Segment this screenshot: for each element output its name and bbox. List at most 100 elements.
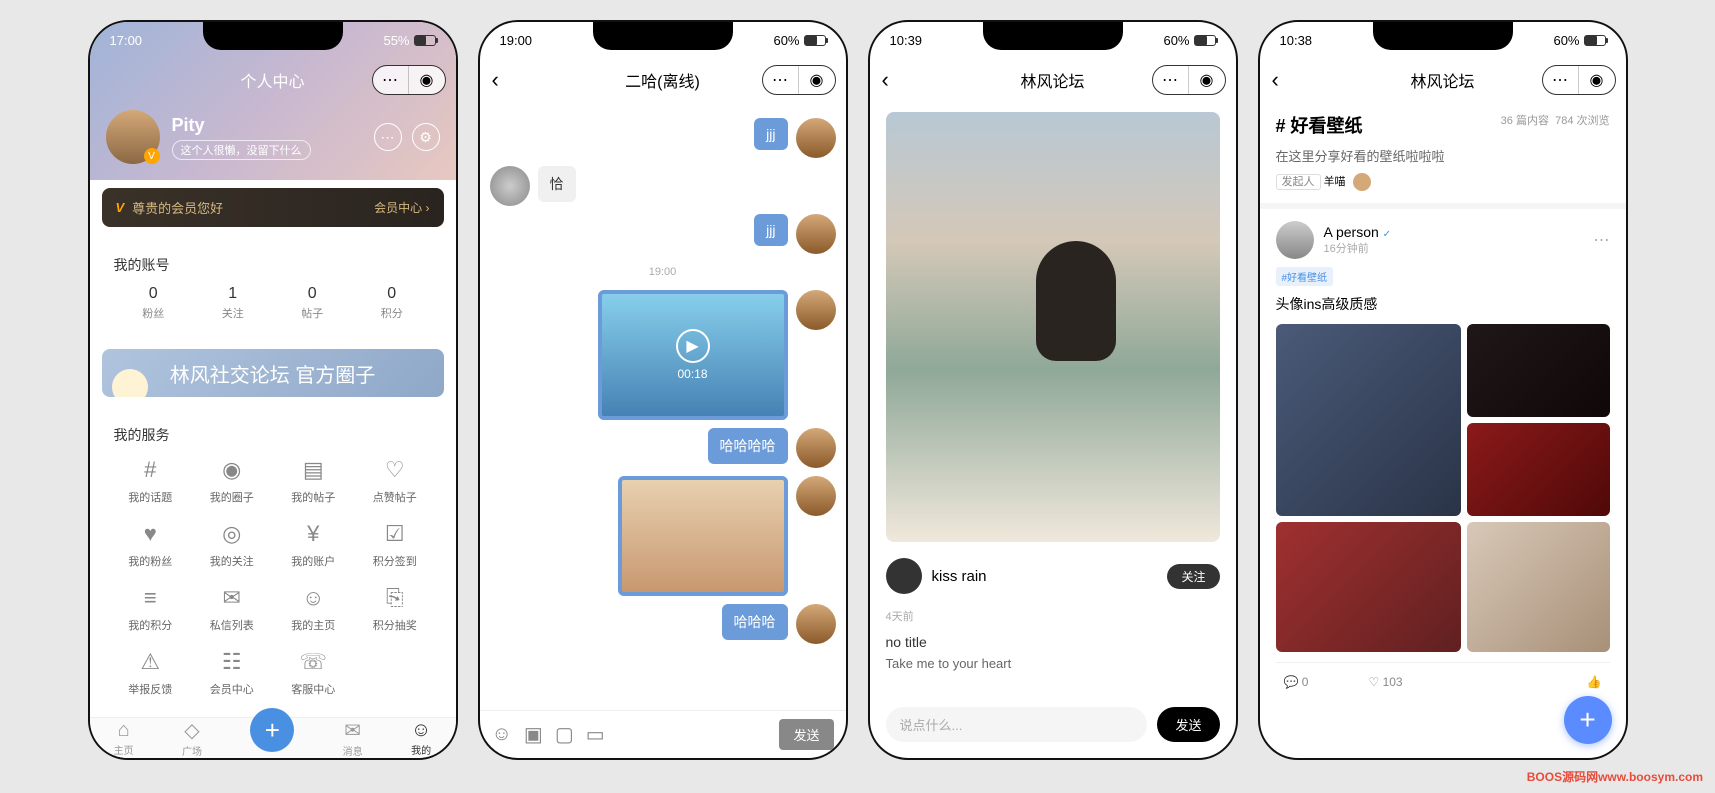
service-item[interactable]: ◉我的圈子 — [195, 457, 269, 505]
back-icon[interactable]: ‹ — [882, 67, 889, 93]
service-item[interactable]: ☷会员中心 — [195, 649, 269, 697]
settings-icon[interactable]: ⚙ — [412, 123, 440, 151]
video-message[interactable]: ▶00:18 — [598, 290, 788, 420]
capsule-menu[interactable]: ⋯◉ — [1152, 65, 1226, 95]
service-item[interactable]: ≡我的积分 — [114, 585, 188, 633]
fab-add[interactable]: + — [1564, 696, 1612, 744]
post-author[interactable]: A person ✓ — [1324, 224, 1392, 240]
service-item[interactable]: ♡点赞帖子 — [358, 457, 432, 505]
message[interactable]: 哈哈哈哈 — [490, 428, 836, 468]
message[interactable]: 哈哈哈 — [490, 604, 836, 644]
image-message[interactable] — [618, 476, 788, 596]
section-title: 我的账号 — [114, 255, 432, 275]
services-section: 我的服务 #我的话题◉我的圈子▤我的帖子♡点赞帖子♥我的粉丝◎我的关注¥我的账户… — [102, 413, 444, 709]
vip-link[interactable]: 会员中心 › — [374, 199, 429, 216]
stat-item[interactable]: 0粉丝 — [142, 285, 164, 321]
send-button[interactable]: 发送 — [779, 719, 833, 750]
avatar[interactable] — [796, 476, 836, 516]
send-button[interactable]: 发送 — [1157, 707, 1219, 742]
watermark: BOOS源码网www.boosym.com — [1527, 768, 1703, 785]
target-icon[interactable]: ◉ — [409, 66, 445, 94]
avatar[interactable] — [796, 428, 836, 468]
post-tag[interactable]: #好看壁纸 — [1276, 267, 1334, 286]
service-item[interactable]: #我的话题 — [114, 457, 188, 505]
follow-button[interactable]: 关注 — [1167, 564, 1219, 589]
message[interactable]: jjj — [490, 118, 836, 158]
more-icon[interactable]: ⋯ — [1594, 230, 1610, 250]
clock: 10:38 — [1280, 33, 1313, 48]
folder-icon[interactable]: ▭ — [586, 722, 605, 747]
image-icon[interactable]: ▣ — [524, 722, 543, 747]
tab-mine[interactable]: ☺我的 — [411, 719, 431, 757]
service-item[interactable]: ✉私信列表 — [195, 585, 269, 633]
fab-add[interactable]: + — [250, 708, 294, 752]
avatar[interactable] — [1276, 221, 1314, 259]
capsule-menu[interactable]: ⋯◉ — [1542, 65, 1616, 95]
notch — [983, 22, 1123, 50]
message[interactable]: jjj — [490, 214, 836, 254]
more-icon[interactable]: ⋯ — [373, 66, 409, 94]
notch — [593, 22, 733, 50]
back-icon[interactable]: ‹ — [1272, 67, 1279, 93]
battery: 60% — [1163, 33, 1215, 48]
avatar[interactable] — [796, 604, 836, 644]
grid-image[interactable] — [1467, 522, 1610, 652]
emoji-icon[interactable]: ☺ — [492, 723, 512, 746]
service-item[interactable]: ☏客服中心 — [277, 649, 351, 697]
avatar[interactable] — [1353, 173, 1371, 191]
message[interactable] — [490, 476, 836, 596]
back-icon[interactable]: ‹ — [492, 67, 499, 93]
stat-item[interactable]: 1关注 — [222, 285, 244, 321]
stat-item[interactable]: 0积分 — [381, 285, 403, 321]
avatar[interactable] — [796, 290, 836, 330]
video-icon[interactable]: ▢ — [555, 722, 574, 747]
service-item[interactable]: ☺我的主页 — [277, 585, 351, 633]
post-title: 头像ins高级质感 — [1276, 294, 1610, 314]
comment-input[interactable]: 说点什么... — [886, 707, 1148, 742]
avatar[interactable] — [796, 214, 836, 254]
service-item[interactable]: ¥我的账户 — [277, 521, 351, 569]
user-row[interactable]: V Pity 这个人很懒，没留下什么 ⋯ ⚙ — [90, 102, 456, 172]
service-item[interactable]: ▤我的帖子 — [277, 457, 351, 505]
topic-body[interactable]: 36 篇内容 784 次浏览 # 好看壁纸 在这里分享好看的壁纸啦啦啦 发起人 … — [1260, 102, 1626, 758]
notch — [1373, 22, 1513, 50]
tab-message[interactable]: ✉消息 — [343, 718, 363, 758]
vip-banner[interactable]: V 尊贵的会员您好 会员中心 › — [102, 188, 444, 227]
grid-image[interactable] — [1276, 324, 1461, 516]
capsule-menu[interactable]: ⋯◉ — [372, 65, 446, 95]
grid-image[interactable] — [1467, 324, 1610, 417]
post-body[interactable]: kiss rain 关注 4天前 no title Take me to you… — [870, 102, 1236, 758]
grid-image[interactable] — [1467, 423, 1610, 516]
service-item[interactable]: ☑积分签到 — [358, 521, 432, 569]
comment-count[interactable]: 💬 0 — [1284, 675, 1309, 689]
input-bar: ☺ ▣ ▢ ▭ 发送 — [480, 710, 846, 758]
grid-image[interactable] — [1276, 522, 1461, 652]
avatar[interactable] — [796, 118, 836, 158]
tab-home[interactable]: ⌂主页 — [114, 719, 134, 757]
service-item[interactable]: ♥我的粉丝 — [114, 521, 188, 569]
forum-banner[interactable]: 林风社交论坛 官方圈子 — [102, 349, 444, 397]
like-count[interactable]: ♡ 103 — [1368, 675, 1402, 689]
service-item[interactable]: ⎘积分抽奖 — [358, 585, 432, 633]
avatar[interactable] — [490, 166, 530, 206]
author-name[interactable]: kiss rain — [932, 568, 987, 585]
message[interactable]: 恰 — [490, 166, 836, 206]
message[interactable]: ▶00:18 — [490, 290, 836, 420]
chat-icon[interactable]: ⋯ — [374, 123, 402, 151]
topic-starter: 发起人 羊喵 — [1276, 173, 1610, 191]
service-item[interactable]: ◎我的关注 — [195, 521, 269, 569]
service-item[interactable]: ⚠举报反馈 — [114, 649, 188, 697]
vip-text: 尊贵的会员您好 — [132, 198, 223, 217]
thumb-icon[interactable]: 👍 — [1587, 675, 1602, 689]
play-icon[interactable]: ▶ — [676, 329, 710, 363]
phone-topic: 10:38 60% ‹ 林风论坛 ⋯◉ 36 篇内容 784 次浏览 # 好看壁… — [1258, 20, 1628, 760]
tab-square[interactable]: ◇广场 — [182, 718, 202, 758]
stat-item[interactable]: 0帖子 — [301, 285, 323, 321]
phone-post-detail: 10:39 60% ‹ 林风论坛 ⋯◉ kiss rain 关注 4天前 no … — [868, 20, 1238, 760]
chat-body[interactable]: jjj 恰 jjj 19:00 ▶00:18 哈哈哈哈 哈哈哈 — [480, 102, 846, 710]
capsule-menu[interactable]: ⋯◉ — [762, 65, 836, 95]
avatar[interactable] — [886, 558, 922, 594]
post-photo[interactable] — [886, 112, 1220, 542]
post-time: 16分钟前 — [1324, 240, 1392, 256]
avatar[interactable]: V — [106, 110, 160, 164]
